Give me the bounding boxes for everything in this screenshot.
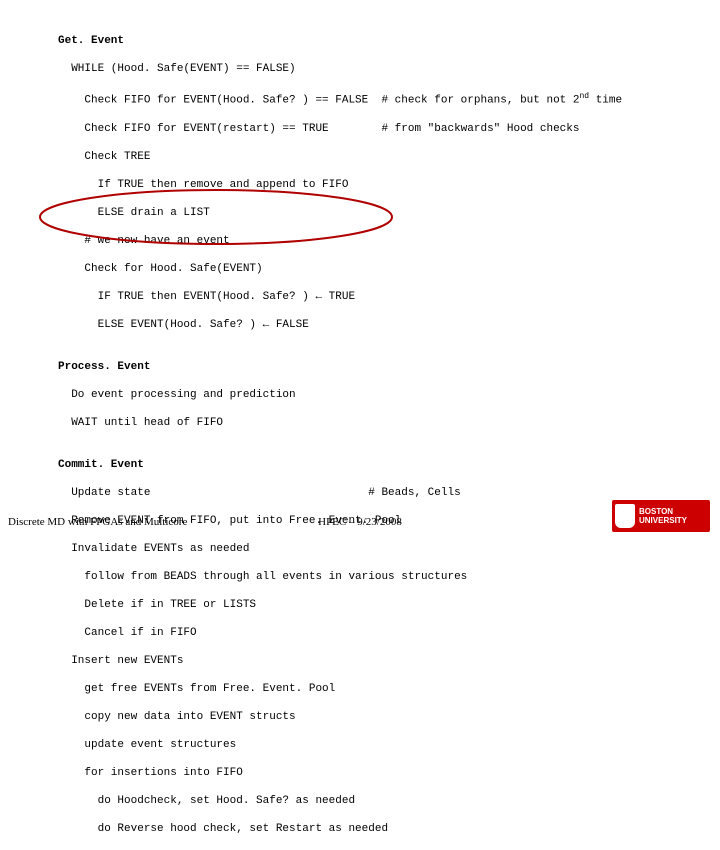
- ge-l7: # we now have an event: [58, 234, 622, 248]
- ce-l3: Invalidate EVENTs as needed: [58, 542, 622, 556]
- ge-l6: ELSE drain a LIST: [58, 206, 622, 220]
- logo-shield-icon: [615, 504, 635, 528]
- main-content: Get. Event WHILE (Hood. Safe(EVENT) == F…: [58, 20, 622, 850]
- ce-l9: copy new data into EVENT structs: [58, 710, 622, 724]
- logo-line2: UNIVERSITY: [639, 516, 687, 525]
- ge-l3: Check FIFO for EVENT(restart) == TRUE # …: [58, 122, 622, 136]
- ce-l6: Cancel if in FIFO: [58, 626, 622, 640]
- ge-l8: Check for Hood. Safe(EVENT): [58, 262, 622, 276]
- ce-l13: do Reverse hood check, set Restart as ne…: [58, 822, 622, 836]
- ge-l5: If TRUE then remove and append to FIFO: [58, 178, 622, 192]
- ge-l1: WHILE (Hood. Safe(EVENT) == FALSE): [58, 62, 622, 76]
- ce-l10: update event structures: [58, 738, 622, 752]
- ce-l5: Delete if in TREE or LISTS: [58, 598, 622, 612]
- ge-l4: Check TREE: [58, 150, 622, 164]
- ge-l2: Check FIFO for EVENT(Hood. Safe? ) == FA…: [58, 90, 622, 108]
- ge-l10: ELSE EVENT(Hood. Safe? ) ← FALSE: [58, 318, 622, 332]
- ge-l2b: time: [589, 95, 622, 107]
- ce-l7: Insert new EVENTs: [58, 654, 622, 668]
- logo-line1: BOSTON: [639, 507, 687, 516]
- get-event-title: Get. Event: [58, 34, 622, 48]
- ge-l2sup: nd: [580, 92, 590, 101]
- commit-event-title: Commit. Event: [58, 458, 622, 472]
- university-logo: BOSTON UNIVERSITY: [612, 500, 710, 532]
- ge-l2a: Check FIFO for EVENT(Hood. Safe? ) == FA…: [58, 95, 580, 107]
- pe-l1: Do event processing and prediction: [58, 388, 622, 402]
- ce-l1: Update state # Beads, Cells: [58, 486, 622, 500]
- logo-text: BOSTON UNIVERSITY: [639, 507, 687, 525]
- ce-l11: for insertions into FIFO: [58, 766, 622, 780]
- ce-l12: do Hoodcheck, set Hood. Safe? as needed: [58, 794, 622, 808]
- ce-l4: follow from BEADS through all events in …: [58, 570, 622, 584]
- process-event-title: Process. Event: [58, 360, 622, 374]
- pe-l2: WAIT until head of FIFO: [58, 416, 622, 430]
- ce-l8: get free EVENTs from Free. Event. Pool: [58, 682, 622, 696]
- ge-l9: IF TRUE then EVENT(Hood. Safe? ) ← TRUE: [58, 290, 622, 304]
